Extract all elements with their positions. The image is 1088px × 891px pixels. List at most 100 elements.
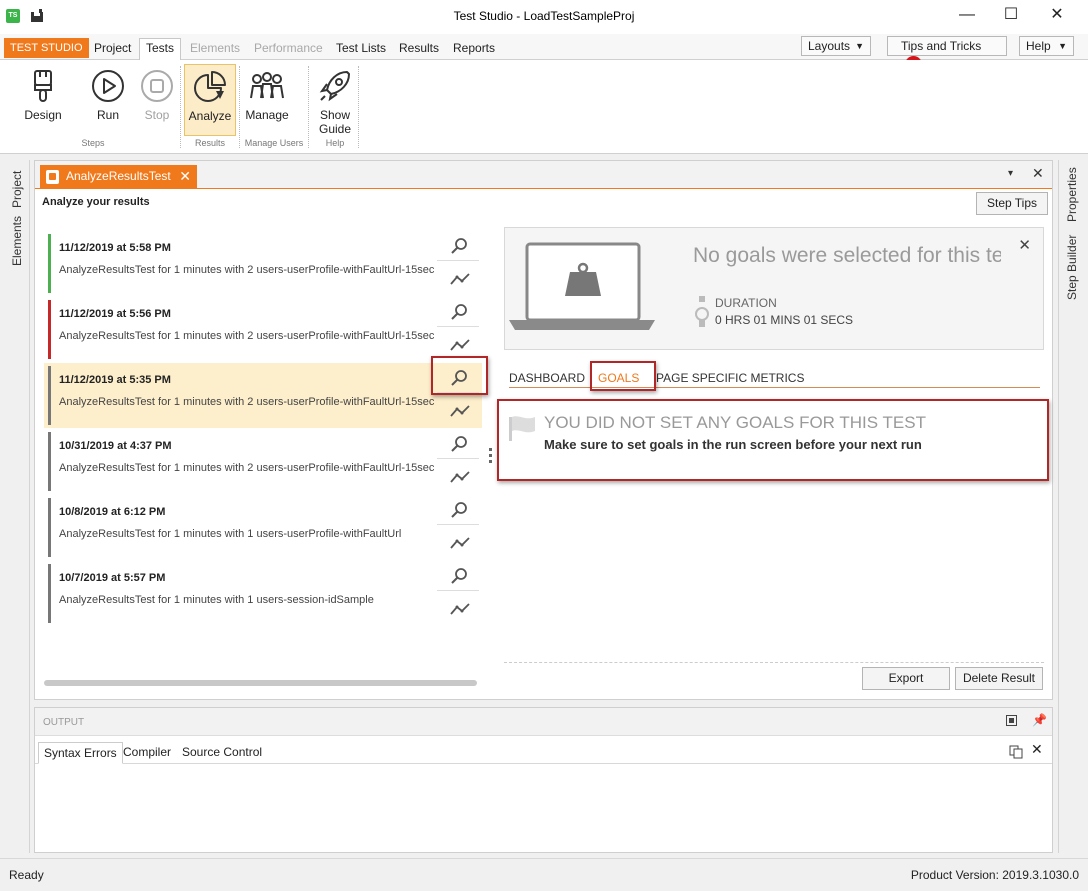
delete-result-button[interactable]: Delete Result (955, 667, 1043, 690)
status-text: Ready (9, 868, 44, 882)
analyze-run-button[interactable] (437, 363, 479, 393)
play-icon (92, 70, 124, 102)
document-tab-bar: AnalyzeResultsTest ✕ ▾ ✕ (35, 161, 1052, 189)
output-header: OUTPUT 📌 (35, 708, 1052, 736)
magnifier-icon (451, 238, 467, 254)
status-bar (48, 234, 51, 293)
trend-button[interactable] (437, 264, 479, 294)
float-pane-icon[interactable] (1006, 715, 1017, 726)
show-guide-label-1: Show (319, 108, 351, 122)
tab-performance[interactable]: Performance (248, 39, 329, 60)
minimize-button[interactable]: — (944, 0, 990, 32)
pin-icon[interactable]: 📌 (1032, 713, 1047, 727)
tab-goals[interactable]: GOALS (598, 371, 639, 385)
export-button[interactable]: Export (862, 667, 950, 690)
side-tab-project[interactable]: Project (10, 171, 24, 208)
paintbrush-icon (34, 70, 52, 102)
clear-output-icon[interactable]: ✕ (1031, 741, 1043, 758)
horizontal-scrollbar[interactable] (44, 680, 477, 686)
chevron-down-icon: ▼ (855, 41, 864, 51)
run-date: 10/31/2019 at 4:37 PM (59, 440, 172, 452)
layouts-dropdown[interactable]: Layouts ▼ (801, 36, 871, 56)
tips-and-tricks-button[interactable]: Tips and Tricks24 (887, 36, 1007, 74)
group-label-results: Results (194, 138, 225, 148)
help-dropdown[interactable]: Help ▼ (1019, 36, 1074, 56)
help-label: Help (1026, 39, 1051, 53)
ribbon-toolbar: Design Run Stop Analyze Manage Show Guid… (0, 60, 1088, 154)
close-pane-icon[interactable]: ✕ (1032, 165, 1044, 182)
menu-bar: TEST STUDIO Project Tests Elements Perfo… (0, 34, 1088, 74)
list-item[interactable]: 10/8/2019 at 6:12 PM AnalyzeResultsTest … (44, 495, 482, 560)
tab-page-specific-metrics[interactable]: PAGE SPECIFIC METRICS (656, 371, 804, 385)
magnifier-icon (451, 370, 467, 386)
side-tab-step-builder[interactable]: Step Builder (1065, 235, 1079, 300)
tab-elements[interactable]: Elements (184, 39, 246, 60)
analyze-label: Analyze (188, 109, 232, 123)
analyze-run-button[interactable] (437, 495, 479, 525)
side-tab-properties[interactable]: Properties (1065, 167, 1079, 222)
manage-button[interactable]: Manage (241, 64, 293, 136)
trend-button[interactable] (437, 396, 479, 426)
tab-syntax-errors[interactable]: Syntax Errors (38, 742, 123, 764)
status-bar (48, 564, 51, 623)
goals-empty-subtitle: Make sure to set goals in the run screen… (544, 437, 922, 452)
step-tips-button[interactable]: Step Tips (976, 192, 1048, 215)
chevron-down-icon: ▼ (1058, 41, 1067, 51)
list-item[interactable]: 11/12/2019 at 5:58 PM AnalyzeResultsTest… (44, 231, 482, 296)
run-date: 10/7/2019 at 5:57 PM (59, 572, 166, 584)
run-description: AnalyzeResultsTest for 1 minutes with 2 … (59, 330, 435, 342)
maximize-button[interactable]: ☐ (988, 0, 1034, 32)
list-item-selected[interactable]: 11/12/2019 at 5:35 PM AnalyzeResultsTest… (44, 363, 482, 428)
splitter-handle[interactable] (489, 448, 492, 464)
run-button[interactable]: Run (82, 64, 134, 136)
tab-results[interactable]: Results (393, 39, 445, 60)
document-tab[interactable]: AnalyzeResultsTest ✕ (40, 165, 197, 189)
tab-dashboard[interactable]: DASHBOARD (509, 371, 585, 385)
analyze-run-button[interactable] (437, 429, 479, 459)
no-goals-text: No goals were selected for this te (693, 244, 1001, 267)
trend-button[interactable] (437, 462, 479, 492)
analyze-run-button[interactable] (437, 297, 479, 327)
trend-line-icon (450, 537, 470, 549)
tab-source-control[interactable]: Source Control (177, 742, 267, 764)
list-item[interactable]: 10/7/2019 at 5:57 PM AnalyzeResultsTest … (44, 561, 482, 626)
tab-test-lists[interactable]: Test Lists (330, 39, 392, 60)
close-tab-icon[interactable]: ✕ (179, 165, 191, 188)
analyze-results-pane: AnalyzeResultsTest ✕ ▾ ✕ Analyze your re… (34, 160, 1053, 700)
goals-empty-title: YOU DID NOT SET ANY GOALS FOR THIS TEST (544, 413, 926, 432)
group-label-help: Help (325, 138, 345, 148)
stop-button[interactable]: Stop (131, 64, 183, 136)
trend-button[interactable] (437, 594, 479, 624)
close-summary-icon[interactable]: ✕ (1018, 236, 1031, 254)
list-item[interactable]: 10/31/2019 at 4:37 PM AnalyzeResultsTest… (44, 429, 482, 494)
ribbon-separator (239, 66, 240, 148)
trend-line-icon (450, 603, 470, 615)
tab-reports[interactable]: Reports (447, 39, 501, 60)
tab-tests[interactable]: Tests (139, 38, 182, 60)
run-date: 11/12/2019 at 5:56 PM (59, 308, 171, 320)
list-item[interactable]: 11/12/2019 at 5:56 PM AnalyzeResultsTest… (44, 297, 482, 362)
tab-compiler[interactable]: Compiler (118, 742, 176, 764)
magnifier-icon (451, 502, 467, 518)
run-description: AnalyzeResultsTest for 1 minutes with 2 … (59, 264, 435, 276)
trend-button[interactable] (437, 330, 479, 360)
close-window-button[interactable]: ✕ (1034, 0, 1080, 32)
trend-line-icon (450, 273, 470, 285)
stop-icon (141, 70, 173, 102)
analyze-run-button[interactable] (437, 231, 479, 261)
flag-icon (509, 416, 535, 441)
analyze-run-button[interactable] (437, 561, 479, 591)
design-button[interactable]: Design (17, 64, 69, 136)
right-side-panel: Properties Step Builder (1058, 160, 1084, 853)
side-tab-elements[interactable]: Elements (10, 216, 24, 266)
run-description: AnalyzeResultsTest for 1 minutes with 2 … (59, 462, 435, 474)
tab-project[interactable]: Project (88, 39, 137, 60)
magnifier-icon (451, 304, 467, 320)
brand-menu[interactable]: TEST STUDIO (4, 38, 89, 58)
analyze-button[interactable]: Analyze (184, 64, 236, 136)
copy-icon[interactable] (1009, 745, 1023, 759)
pane-menu-icon[interactable]: ▾ (1008, 168, 1013, 179)
run-label: Run (96, 108, 119, 122)
trend-button[interactable] (437, 528, 479, 558)
trend-line-icon (450, 339, 470, 351)
